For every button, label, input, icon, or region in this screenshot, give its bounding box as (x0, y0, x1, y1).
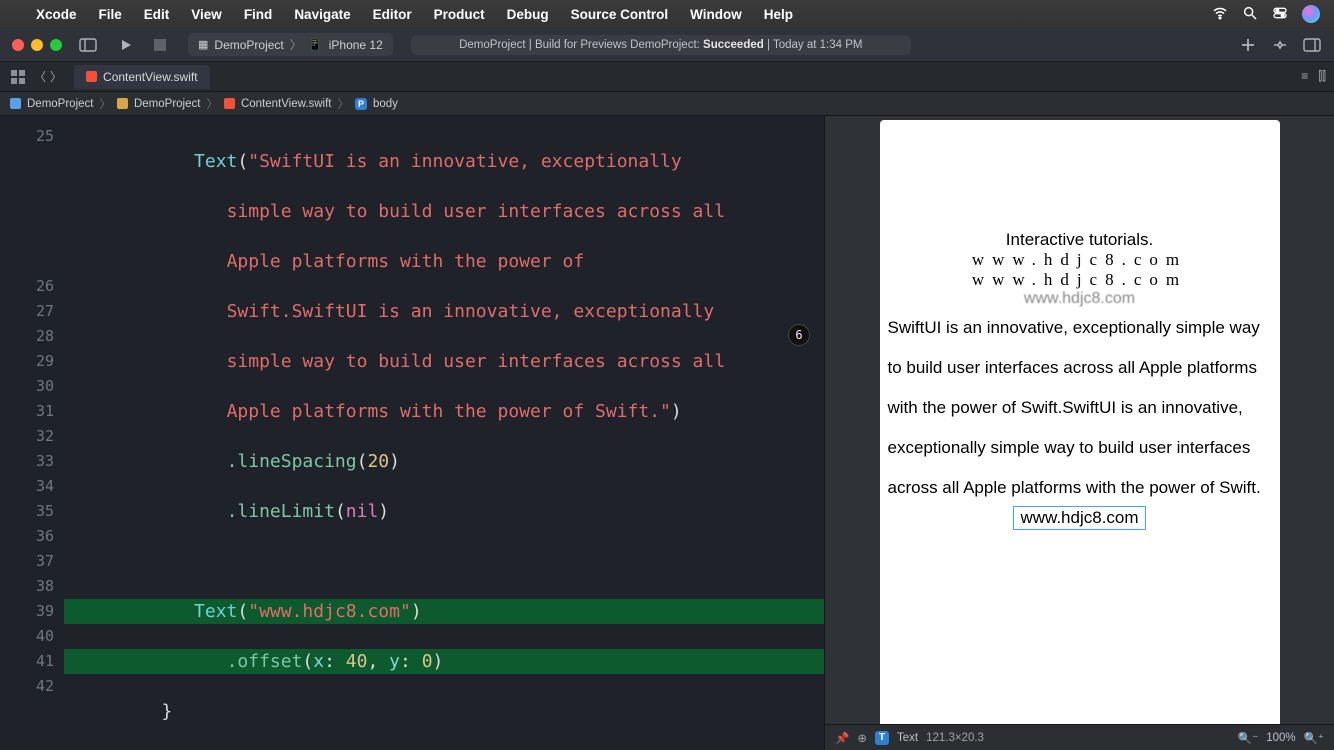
workspace: 252627282930313233343536373839404142 Tex… (0, 116, 1334, 750)
siri-icon[interactable] (1302, 5, 1320, 23)
toggle-inspector-button[interactable] (1302, 35, 1322, 55)
spotlight-icon[interactable] (1242, 5, 1258, 24)
macos-menubar: Xcode File Edit View Find Navigate Edito… (0, 0, 1334, 28)
activity-status: DemoProject | Build for Previews DemoPro… (411, 35, 911, 55)
toggle-navigator-button[interactable] (78, 35, 98, 55)
zoom-window-button[interactable] (50, 39, 62, 51)
jump-bar-project: DemoProject (27, 98, 93, 110)
menu-find[interactable]: Find (244, 7, 273, 22)
jump-bar-file: ContentView.swift (241, 98, 332, 110)
swift-file-icon (86, 71, 97, 82)
project-icon (10, 98, 21, 109)
swift-file-icon (224, 98, 235, 109)
scheme-device-label: iPhone 12 (329, 38, 383, 52)
minimize-window-button[interactable] (31, 39, 43, 51)
run-button[interactable] (116, 35, 136, 55)
menu-editor[interactable]: Editor (373, 7, 412, 22)
element-type-label: Text (897, 732, 918, 744)
nav-forward-button[interactable]: 〉 (50, 68, 62, 85)
preview-device: Interactive tutorials. www.hdjc8.com www… (880, 120, 1280, 724)
menu-help[interactable]: Help (764, 7, 793, 22)
code-area[interactable]: Text("SwiftUI is an innovative, exceptio… (64, 124, 824, 750)
crosshair-icon[interactable]: ⊕ (857, 731, 867, 745)
file-tab[interactable]: ContentView.swift (74, 65, 210, 89)
add-button[interactable] (1238, 35, 1258, 55)
preview-title-text: Interactive tutorials. (888, 230, 1272, 250)
adjust-editor-icon[interactable]: ⫿⫿ (1318, 69, 1326, 84)
preview-spaced-text-2: www.hdjc8.com (888, 270, 1272, 290)
element-type-badge: T (875, 731, 889, 745)
zoom-in-button[interactable]: 🔍⁺ (1304, 731, 1324, 745)
menu-view[interactable]: View (191, 7, 222, 22)
jump-bar[interactable]: DemoProject 〉 DemoProject 〉 ContentView.… (0, 92, 1334, 116)
editor-tab-bar: 〈 〉 ContentView.swift ≡ ⫿⫿ (0, 62, 1334, 92)
control-center-icon[interactable] (1272, 5, 1288, 24)
stop-button[interactable] (150, 35, 170, 55)
preview-canvas[interactable]: Interactive tutorials. www.hdjc8.com www… (825, 116, 1334, 724)
nav-back-button[interactable]: 〈 (34, 68, 46, 85)
jump-bar-folder: DemoProject (134, 98, 200, 110)
element-size-label: 121.3×20.3 (926, 732, 984, 744)
menu-product[interactable]: Product (434, 7, 485, 22)
diff-badge[interactable]: 6 (788, 324, 810, 346)
window-controls (12, 39, 62, 51)
property-icon: P (355, 98, 367, 110)
menubar-app[interactable]: Xcode (36, 7, 77, 22)
zoom-level-label: 100% (1266, 732, 1295, 744)
preview-selected-text[interactable]: www.hdjc8.com (888, 506, 1272, 530)
preview-footer: 📌 ⊕ T Text 121.3×20.3 🔍⁻ 100% 🔍⁺ (825, 724, 1334, 750)
menu-debug[interactable]: Debug (507, 7, 549, 22)
menu-file[interactable]: File (99, 7, 122, 22)
jump-bar-symbol: body (373, 98, 398, 110)
editor-options-icon[interactable]: ≡ (1301, 69, 1308, 84)
scheme-selector[interactable]: ▦ DemoProject 〉 📱 iPhone 12 (188, 33, 393, 56)
preview-panel: Interactive tutorials. www.hdjc8.com www… (824, 116, 1334, 750)
menu-edit[interactable]: Edit (144, 7, 170, 22)
scheme-app-label: DemoProject (214, 38, 283, 52)
wifi-icon[interactable] (1212, 5, 1228, 24)
preview-blurred-text: www.hdjc8.com (888, 290, 1272, 308)
library-button[interactable] (1270, 35, 1290, 55)
preview-paragraph: SwiftUI is an innovative, exceptionally … (888, 308, 1272, 508)
xcode-toolbar: ▦ DemoProject 〉 📱 iPhone 12 DemoProject … (0, 28, 1334, 62)
menu-source-control[interactable]: Source Control (571, 7, 669, 22)
close-window-button[interactable] (12, 39, 24, 51)
menu-navigate[interactable]: Navigate (294, 7, 350, 22)
folder-icon (117, 98, 128, 109)
pin-icon[interactable]: 📌 (835, 731, 849, 745)
zoom-out-button[interactable]: 🔍⁻ (1238, 731, 1258, 745)
preview-spaced-text-1: www.hdjc8.com (888, 250, 1272, 270)
related-items-button[interactable] (8, 67, 28, 87)
file-tab-label: ContentView.swift (103, 70, 198, 84)
source-editor[interactable]: 252627282930313233343536373839404142 Tex… (0, 116, 824, 750)
menu-window[interactable]: Window (690, 7, 742, 22)
line-gutter: 252627282930313233343536373839404142 (0, 116, 64, 750)
